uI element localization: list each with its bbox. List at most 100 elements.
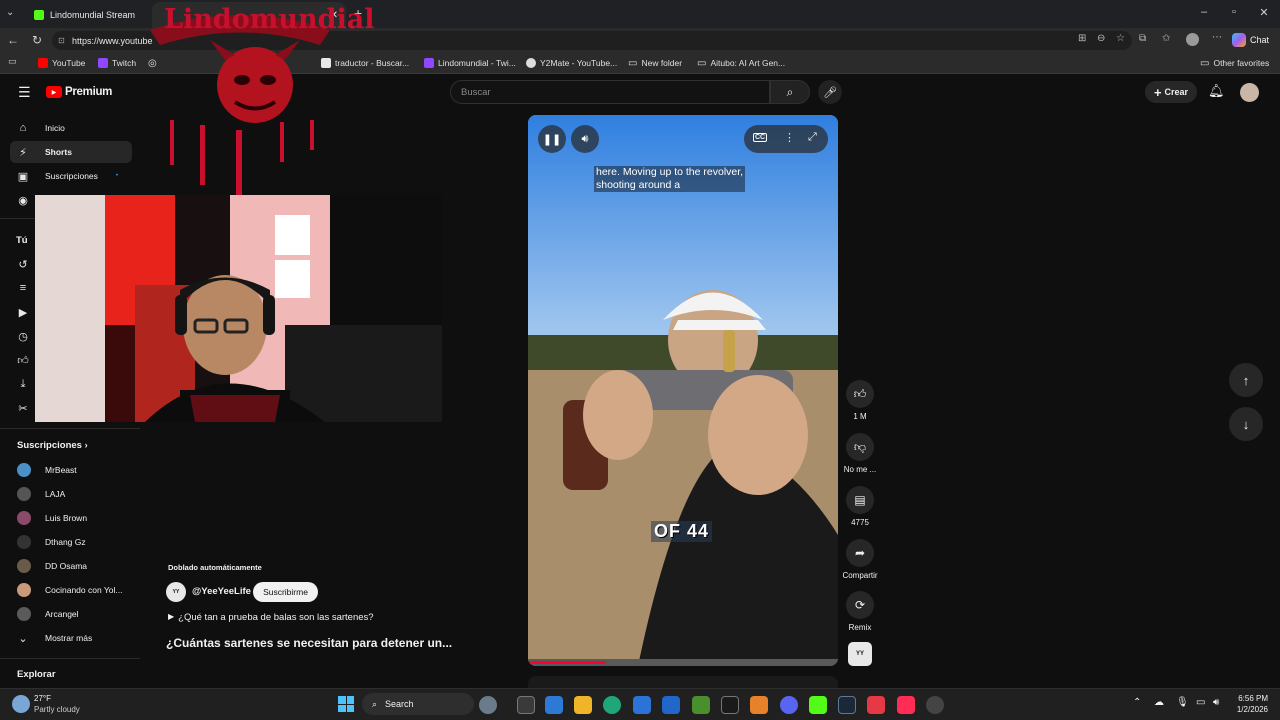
restore-icon[interactable]: ▫ <box>1226 6 1242 18</box>
bookmark-twitch[interactable]: Twitch <box>98 56 136 70</box>
notifications-icon[interactable]: 🔔︎ <box>1208 83 1225 99</box>
copilot-chat-button[interactable]: Chat <box>1232 31 1269 49</box>
store-icon[interactable] <box>633 696 651 714</box>
short-title[interactable]: ¿Cuántas sartenes se necesitan para dete… <box>166 636 452 650</box>
folder-icon: ▭ <box>697 57 707 69</box>
more-options-icon[interactable]: ⋮ <box>784 131 795 144</box>
sub-item-mrbeast[interactable]: MrBeast <box>10 459 132 481</box>
mic-tray-icon[interactable]: 🎙︎ <box>1176 697 1189 708</box>
subscribe-button[interactable]: Suscribirme <box>253 582 318 602</box>
bookmark-youtube[interactable]: YouTube <box>38 56 85 70</box>
chevron-up-icon[interactable]: ⌃ <box>1133 697 1141 708</box>
fullscreen-icon[interactable]: ⤢ <box>808 131 817 144</box>
back-icon[interactable]: ← <box>6 33 20 47</box>
weather-desc[interactable]: Partly cloudy <box>34 705 80 714</box>
voice-search-button[interactable]: 🎤︎ <box>818 80 842 104</box>
bookmark-new-folder[interactable]: ▭ New folder <box>628 56 682 70</box>
previous-short-button[interactable]: ↑ <box>1229 363 1263 397</box>
sub-item-cocinando[interactable]: Cocinando con Yol... <box>10 579 132 601</box>
youtube-logo[interactable]: ▶ Premium <box>46 86 112 98</box>
channel-name[interactable]: @YeeYeeLife <box>192 586 251 597</box>
sidebar-toggle-icon[interactable]: ▭ <box>8 56 17 67</box>
video-frame <box>528 115 838 666</box>
copilot-taskbar-icon[interactable] <box>479 696 497 714</box>
sub-item-dd-osama[interactable]: DD Osama <box>10 555 132 577</box>
app-icon[interactable] <box>926 696 944 714</box>
weather-icon[interactable] <box>12 695 30 713</box>
favorite-star-icon[interactable]: ☆ <box>1116 33 1125 44</box>
widgets-icon[interactable] <box>545 696 563 714</box>
app-icon[interactable] <box>692 696 710 714</box>
clock-date[interactable]: 1/2/2026 <box>1230 705 1268 714</box>
zoom-icon[interactable]: ⊖ <box>1097 33 1105 44</box>
edge-icon[interactable] <box>603 696 621 714</box>
progress-bar-fill[interactable] <box>528 661 606 664</box>
sub-item-arcangel[interactable]: Arcangel <box>10 603 132 625</box>
volume-button[interactable]: 🔊︎ <box>571 125 599 153</box>
like-button[interactable]: 👍︎ 1 M <box>840 380 880 421</box>
pause-button[interactable]: ❚❚ <box>538 125 566 153</box>
bookmark-aitubo[interactable]: ▭ Aitubo: AI Art Gen... <box>697 56 785 70</box>
account-avatar[interactable] <box>1240 83 1259 102</box>
logo-text: Premium <box>65 86 113 98</box>
epic-games-icon[interactable] <box>721 696 739 714</box>
app-icon[interactable] <box>867 696 885 714</box>
taskbar-search[interactable]: ⌕ Search <box>362 693 474 715</box>
close-window-icon[interactable]: ✕ <box>1256 6 1272 19</box>
apps-icon[interactable]: ⊞ <box>1078 33 1086 44</box>
sub-item-dthang-gz[interactable]: Dthang Gz <box>10 531 132 553</box>
onedrive-icon[interactable]: ☁ <box>1154 697 1164 708</box>
network-icon[interactable]: ▭ <box>1196 697 1205 708</box>
sidebar-item-suscripciones[interactable]: ▣ Suscripciones • <box>10 165 132 187</box>
extensions-icon[interactable]: ⧉ <box>1139 33 1146 44</box>
short-video-player[interactable]: ❚❚ 🔊︎ CC ⋮ ⤢ <box>528 115 838 666</box>
discord-icon[interactable] <box>780 696 798 714</box>
next-short-button[interactable]: ↓ <box>1229 407 1263 441</box>
app-icon[interactable] <box>750 696 768 714</box>
other-favorites[interactable]: ▭ Other favorites <box>1200 56 1269 70</box>
volume-tray-icon[interactable]: 🔊︎ <box>1213 697 1219 708</box>
sub-item-laja[interactable]: LAJA <box>10 483 132 505</box>
remix-button[interactable]: ⟳ Remix <box>840 591 880 632</box>
profile-avatar[interactable] <box>1186 33 1199 46</box>
bookmark-label: traductor - Buscar... <box>335 58 410 68</box>
file-explorer-icon[interactable] <box>574 696 592 714</box>
tab-list-chevron-icon[interactable]: ⌄ <box>6 7 14 18</box>
bookmark-lindomundial[interactable]: Lindomundial - Twi... <box>424 56 516 70</box>
tab-lindomundial-stream[interactable]: Lindomundial Stream <box>24 2 152 28</box>
steam-icon[interactable] <box>838 696 856 714</box>
subscriptions-header[interactable]: Suscripciones › <box>17 440 88 451</box>
short-description[interactable]: ▶ ¿Qué tan a prueba de balas son las sart… <box>168 612 374 623</box>
windows-start-icon[interactable] <box>338 696 354 712</box>
search-input[interactable]: Buscar <box>450 80 770 104</box>
weather-temp[interactable]: 27°F <box>34 694 51 703</box>
sidebar-item-shorts[interactable]: ⚡ Shorts <box>10 141 132 163</box>
sub-item-luis-brown[interactable]: Luis Brown <box>10 507 132 529</box>
menu-icon[interactable]: ☰ <box>18 84 31 101</box>
comments-button[interactable]: ▤ 4775 <box>840 486 880 527</box>
dislike-button[interactable]: 👎︎ No me ... <box>840 433 880 474</box>
reload-icon[interactable]: ↻ <box>30 33 44 47</box>
show-more-button[interactable]: ⌄ Mostrar más <box>10 627 132 649</box>
dislike-label: No me ... <box>843 465 877 474</box>
tiktok-icon[interactable] <box>897 696 915 714</box>
minimize-icon[interactable]: – <box>1196 6 1212 18</box>
avatar <box>17 583 31 597</box>
share-button[interactable]: ➦ Compartir <box>840 539 880 580</box>
outlook-icon[interactable] <box>662 696 680 714</box>
audio-thumbnail[interactable]: YY <box>848 642 872 666</box>
captions-icon[interactable]: CC <box>753 133 768 142</box>
explore-label: Explorar <box>17 669 56 680</box>
channel-avatar[interactable]: YY <box>166 582 186 602</box>
favorites-icon[interactable]: ✩ <box>1162 33 1170 44</box>
search-button[interactable]: ⌕ <box>770 80 810 104</box>
kick-icon[interactable] <box>809 696 827 714</box>
clock-time[interactable]: 6:56 PM <box>1234 694 1268 703</box>
more-menu-icon[interactable]: ⋯ <box>1212 32 1222 43</box>
bookmark-y2mate[interactable]: Y2Mate - YouTube... <box>526 56 617 70</box>
create-button[interactable]: + Crear <box>1145 81 1197 103</box>
task-view-icon[interactable] <box>517 696 535 714</box>
sub-name: LAJA <box>45 489 66 499</box>
history-icon: ↺ <box>18 258 28 271</box>
sidebar-item-inicio[interactable]: ⌂ Inicio <box>10 117 132 139</box>
